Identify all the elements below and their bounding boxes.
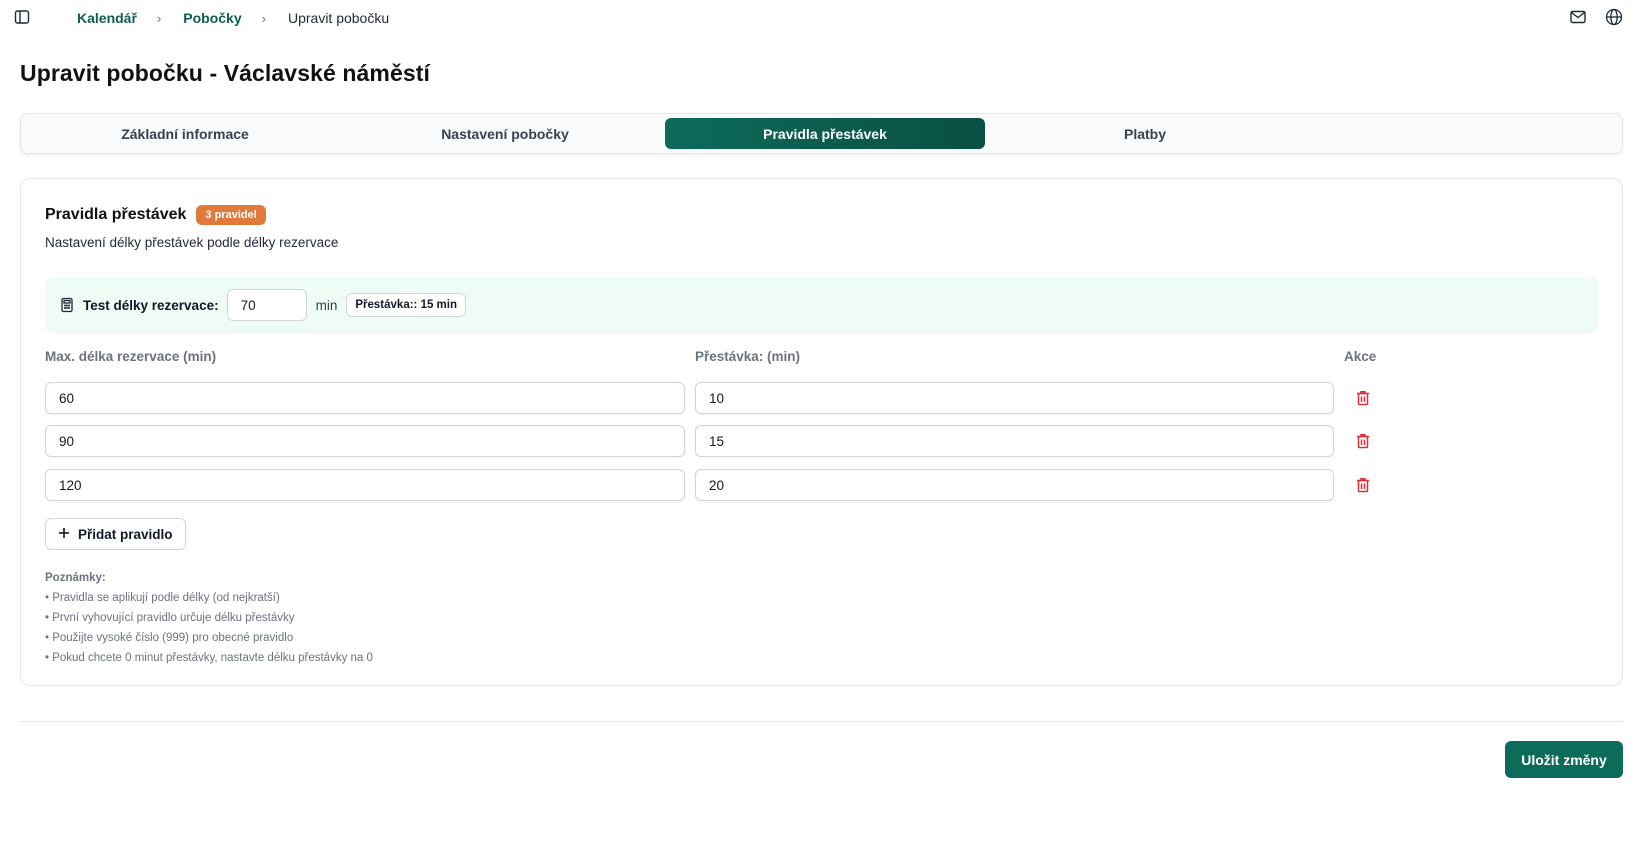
page-title: Upravit pobočku - Václavské náměstí — [20, 60, 430, 86]
rule-break-input[interactable] — [695, 469, 1334, 501]
rule-max-duration-input[interactable] — [45, 425, 685, 457]
top-bar: Kalendář › Pobočky › Upravit pobočku — [0, 0, 1636, 34]
test-duration-input[interactable] — [226, 289, 307, 321]
note-item: • První vyhovující pravidlo určuje délku… — [45, 612, 295, 624]
save-changes-button[interactable]: Uložit změny — [1505, 741, 1623, 778]
test-label: Test délky rezervace: — [83, 297, 219, 313]
section-header: Pravidla přestávek 3 pravidel — [45, 205, 266, 225]
breadcrumb: Kalendář › Pobočky › Upravit pobočku — [77, 9, 389, 27]
break-rules-card: Pravidla přestávek 3 pravidel Nastavení … — [20, 178, 1623, 686]
sidebar-toggle-icon[interactable] — [14, 9, 30, 25]
tab-basic-info[interactable]: Základní informace — [25, 118, 345, 149]
plus-icon — [58, 527, 70, 542]
note-item: • Použijte vysoké číslo (999) pro obecné… — [45, 632, 294, 644]
tab-branch-settings[interactable]: Nastavení pobočky — [345, 118, 665, 149]
note-item: • Pokud chcete 0 minut přestávky, nastav… — [45, 652, 373, 664]
mail-icon[interactable] — [1568, 7, 1588, 27]
tab-break-rules[interactable]: Pravidla přestávek — [665, 118, 985, 149]
column-header-actions: Akce — [1344, 349, 1377, 364]
chevron-right-icon: › — [156, 10, 162, 26]
section-title: Pravidla přestávek — [45, 206, 187, 223]
column-header-max-duration: Max. délka rezervace (min) — [45, 349, 217, 364]
rule-break-input[interactable] — [695, 382, 1334, 414]
notes-title: Poznámky: — [45, 572, 106, 584]
breadcrumb-link-calendar[interactable]: Kalendář — [77, 10, 137, 26]
top-actions — [1568, 7, 1624, 27]
rule-max-duration-input[interactable] — [45, 382, 685, 414]
chevron-right-icon: › — [261, 10, 266, 26]
notes: Poznámky: • Pravidla se aplikují podle d… — [45, 568, 373, 668]
rule-break-input[interactable] — [695, 425, 1334, 457]
break-result-chip: Přestávka:: 15 min — [346, 293, 466, 317]
footer-divider — [20, 721, 1623, 722]
tab-bar: Základní informace Nastavení pobočky Pra… — [20, 113, 1623, 154]
rule-count-badge: 3 pravidel — [196, 205, 266, 225]
trash-icon[interactable] — [1351, 473, 1375, 497]
breadcrumb-link-branches[interactable]: Pobočky — [183, 10, 241, 26]
tab-payments[interactable]: Platby — [985, 118, 1305, 149]
breadcrumb-current: Upravit pobočku — [287, 10, 390, 26]
section-subtitle: Nastavení délky přestávek podle délky re… — [45, 235, 339, 250]
trash-icon[interactable] — [1351, 386, 1375, 410]
column-header-break: Přestávka: (min) — [695, 349, 801, 364]
test-panel: Test délky rezervace: min Přestávka:: 15… — [45, 277, 1598, 333]
add-rule-button[interactable]: Přidat pravidlo — [45, 518, 186, 550]
note-item: • Pravidla se aplikují podle délky (od n… — [45, 592, 280, 604]
rule-max-duration-input[interactable] — [45, 469, 685, 501]
globe-icon[interactable] — [1604, 7, 1624, 27]
add-rule-label: Přidat pravidlo — [78, 526, 173, 542]
test-unit: min — [315, 297, 338, 313]
trash-icon[interactable] — [1351, 429, 1375, 453]
calculator-icon — [59, 297, 75, 313]
